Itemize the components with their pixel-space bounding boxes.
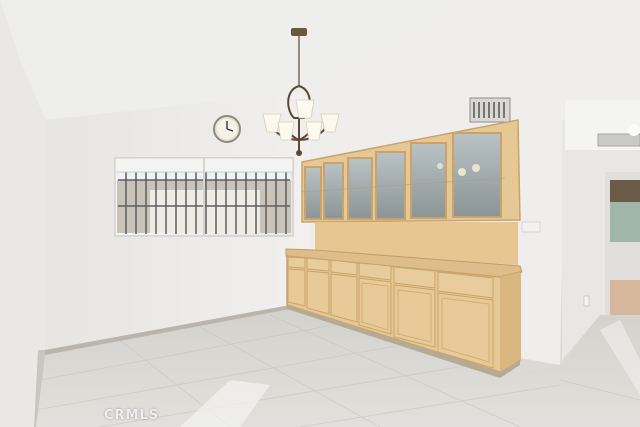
- watermark: CRMLS: [104, 408, 160, 423]
- dining-room-scene: [0, 0, 640, 427]
- hallway-light: [628, 124, 640, 136]
- hallway-floor: [610, 280, 640, 318]
- wall-switch-plate: [521, 221, 541, 233]
- wall-outlet: [583, 295, 590, 307]
- air-vent-icon: [469, 97, 511, 123]
- hallway-window-curtain: [610, 180, 640, 202]
- wall-clock-icon: [213, 115, 241, 143]
